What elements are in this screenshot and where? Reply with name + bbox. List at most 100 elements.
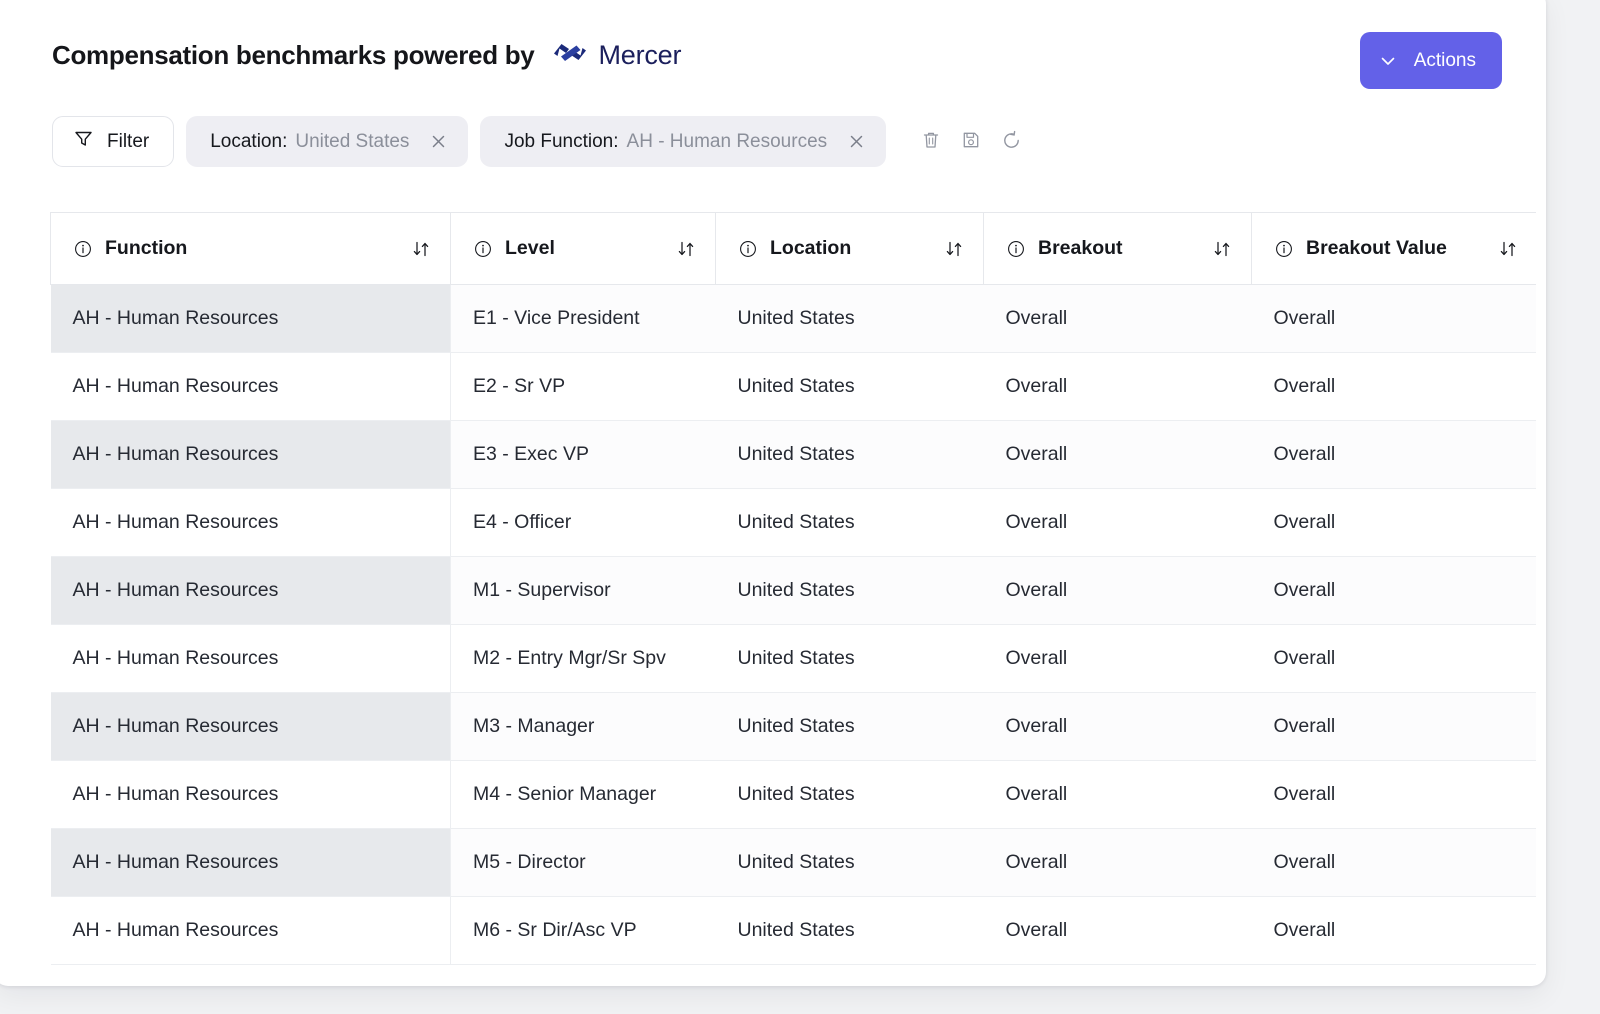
mercer-brand: Mercer — [552, 40, 681, 71]
cell-level: M6 - Sr Dir/Asc VP — [450, 896, 716, 965]
cell-function: AH - Human Resources — [50, 760, 451, 829]
mercer-brand-name: Mercer — [598, 40, 682, 70]
page-card: Compensation benchmarks powered by Merce… — [0, 0, 1546, 986]
reset-filters-button[interactable] — [994, 125, 1028, 159]
sort-updown-icon[interactable] — [1211, 238, 1233, 260]
cell-breakout: Overall — [983, 692, 1252, 761]
filter-button-label: Filter — [107, 130, 150, 152]
cell-location: United States — [715, 488, 984, 557]
cell-level: M4 - Senior Manager — [450, 760, 716, 829]
column-header-location[interactable]: Location — [715, 212, 984, 285]
cell-level: M1 - Supervisor — [450, 556, 716, 625]
table-row[interactable]: AH - Human Resources E2 - Sr VP United Sta… — [50, 352, 1536, 421]
filter-chip-job-function-close-icon[interactable] — [847, 132, 866, 151]
table-row[interactable]: AH - Human Resources E3 - Exec VP United S… — [50, 420, 1536, 489]
cell-function: AH - Human Resources — [50, 828, 451, 897]
cell-location: United States — [715, 284, 984, 353]
cell-breakout-value: Overall — [1251, 420, 1536, 489]
filter-chip-location-close-icon[interactable] — [429, 132, 448, 151]
table-row[interactable]: AH - Human Resources M4 - Senior Manager U… — [50, 760, 1536, 829]
column-header-function[interactable]: Function — [50, 212, 451, 285]
table-header: Function Level Location Breakout Breakou… — [50, 212, 1536, 285]
cell-level: M5 - Director — [450, 828, 716, 897]
info-circle-icon[interactable] — [1274, 239, 1294, 259]
cell-function: AH - Human Resources — [50, 556, 451, 625]
cell-location: United States — [715, 760, 984, 829]
cell-function: AH - Human Resources — [50, 420, 451, 489]
cell-level: E3 - Exec VP — [450, 420, 716, 489]
chevron-down-icon — [1378, 51, 1398, 71]
cell-breakout: Overall — [983, 624, 1252, 693]
cell-breakout-value: Overall — [1251, 828, 1536, 897]
filter-bar: Filter Location: United States Job Funct… — [52, 116, 1028, 167]
table-row[interactable]: AH - Human Resources M2 - Entry Mgr/Sr Sp… — [50, 624, 1536, 693]
info-circle-icon[interactable] — [1006, 239, 1026, 259]
delete-filters-button[interactable] — [914, 125, 948, 159]
cell-location: United States — [715, 352, 984, 421]
cell-breakout-value: Overall — [1251, 624, 1536, 693]
cell-breakout-value: Overall — [1251, 760, 1536, 829]
save-disk-icon — [960, 129, 982, 154]
table-row[interactable]: AH - Human Resources M1 - Supervisor Unite… — [50, 556, 1536, 625]
cell-location: United States — [715, 556, 984, 625]
cell-level: E1 - Vice President — [450, 284, 716, 353]
table-body: AH - Human Resources E1 - Vice President U… — [50, 284, 1536, 965]
table-row[interactable]: AH - Human Resources E4 - Officer United S… — [50, 488, 1536, 557]
cell-function: AH - Human Resources — [50, 488, 451, 557]
page-title: Compensation benchmarks powered by Merce… — [52, 40, 681, 71]
sort-updown-icon[interactable] — [943, 238, 965, 260]
cell-breakout: Overall — [983, 896, 1252, 965]
cell-location: United States — [715, 692, 984, 761]
table-header-row: Function Level Location Breakout Breakou… — [50, 212, 1536, 285]
sort-updown-icon[interactable] — [675, 238, 697, 260]
sort-updown-icon[interactable] — [1497, 238, 1519, 260]
cell-breakout: Overall — [983, 828, 1252, 897]
cell-breakout: Overall — [983, 760, 1252, 829]
column-header-level-label: Level — [505, 237, 555, 259]
cell-level: M3 - Manager — [450, 692, 716, 761]
save-filters-button[interactable] — [954, 125, 988, 159]
cell-function: AH - Human Resources — [50, 624, 451, 693]
filter-chip-location-key: Location: — [210, 130, 288, 152]
column-header-breakout-value-label: Breakout Value — [1306, 237, 1447, 259]
mercer-logo-icon — [552, 40, 588, 71]
actions-button-label: Actions — [1413, 49, 1476, 71]
filter-chip-location-value: United States — [295, 130, 410, 152]
cell-level: M2 - Entry Mgr/Sr Spv — [450, 624, 716, 693]
cell-breakout-value: Overall — [1251, 692, 1536, 761]
column-header-breakout-value[interactable]: Breakout Value — [1251, 212, 1536, 285]
sort-updown-icon[interactable] — [410, 238, 432, 260]
funnel-icon — [73, 128, 94, 155]
filter-chip-location[interactable]: Location: United States — [186, 116, 469, 167]
cell-breakout-value: Overall — [1251, 556, 1536, 625]
filter-chip-job-function[interactable]: Job Function: AH - Human Resources — [480, 116, 887, 167]
filter-tools — [914, 125, 1028, 159]
info-circle-icon[interactable] — [738, 239, 758, 259]
column-header-level[interactable]: Level — [450, 212, 716, 285]
info-circle-icon[interactable] — [473, 239, 493, 259]
table-row[interactable]: AH - Human Resources E1 - Vice President U… — [50, 284, 1536, 353]
filter-button[interactable]: Filter — [52, 116, 175, 167]
column-header-breakout-label: Breakout — [1038, 237, 1123, 259]
cell-function: AH - Human Resources — [50, 692, 451, 761]
filter-chip-job-function-key: Job Function: — [504, 130, 619, 152]
cell-function: AH - Human Resources — [50, 352, 451, 421]
cell-location: United States — [715, 624, 984, 693]
table-row[interactable]: AH - Human Resources M6 - Sr Dir/Asc VP Un… — [50, 896, 1536, 965]
table-row[interactable]: AH - Human Resources M3 - Manager United S… — [50, 692, 1536, 761]
table-row[interactable]: AH - Human Resources M5 - Director United … — [50, 828, 1536, 897]
page-header: Compensation benchmarks powered by Merce… — [52, 32, 1510, 92]
page-title-text: Compensation benchmarks powered by — [52, 40, 535, 70]
cell-function: AH - Human Resources — [50, 284, 451, 353]
column-header-breakout[interactable]: Breakout — [983, 212, 1252, 285]
cell-breakout: Overall — [983, 556, 1252, 625]
column-header-location-label: Location — [770, 237, 852, 259]
cell-level: E4 - Officer — [450, 488, 716, 557]
trash-icon — [920, 129, 942, 154]
reset-arrow-icon — [1000, 129, 1023, 155]
column-header-function-label: Function — [105, 237, 188, 259]
actions-button[interactable]: Actions — [1359, 32, 1502, 89]
info-circle-icon[interactable] — [73, 239, 93, 259]
benchmarks-table-container[interactable]: Function Level Location Breakout Breakou… — [50, 212, 1536, 972]
cell-location: United States — [715, 828, 984, 897]
